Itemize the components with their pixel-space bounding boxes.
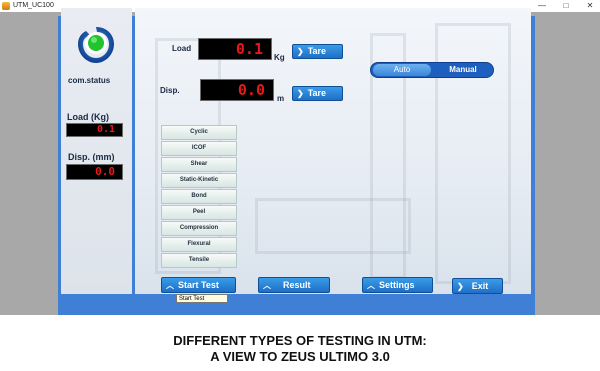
caption-line-2: A VIEW TO ZEUS ULTIMO 3.0 — [210, 349, 390, 364]
chevron-up-icon: ︿ — [166, 281, 174, 290]
app-icon — [2, 2, 10, 10]
result-label: Result — [283, 280, 311, 290]
load-readout-display: 0.1 — [66, 123, 123, 137]
test-item-peel[interactable]: Peel — [161, 205, 237, 220]
start-test-label: Start Test — [178, 280, 219, 290]
tare-label: Tare — [307, 46, 327, 56]
test-item-compression[interactable]: Compression — [161, 221, 237, 236]
start-test-tooltip: Start Test — [176, 294, 228, 303]
com-status-label: com.status — [68, 76, 111, 85]
status-indicator-icon — [78, 27, 114, 63]
load-label: Load — [172, 44, 192, 53]
test-item-icof[interactable]: ICOF — [161, 141, 237, 156]
chevron-right-icon: ❯ — [297, 47, 304, 56]
disp-display: 0.0 — [200, 79, 274, 101]
mode-toggle[interactable]: Auto Manual — [370, 62, 494, 78]
background-desk — [255, 198, 411, 254]
load-unit: Kg — [274, 53, 285, 62]
exit-label: Exit — [471, 281, 489, 291]
disp-readout-label: Disp. (mm) — [68, 152, 115, 162]
settings-button[interactable]: ︿ Settings — [362, 277, 433, 293]
disp-unit: m — [277, 94, 285, 103]
caption-line-1: DIFFERENT TYPES OF TESTING IN UTM: — [173, 333, 427, 348]
test-item-shear[interactable]: Shear — [161, 157, 237, 172]
chevron-right-icon: ❯ — [457, 282, 464, 291]
tare-load-button[interactable]: ❯ Tare — [292, 44, 343, 59]
disp-readout-display: 0.0 — [66, 164, 123, 180]
maximize-button[interactable]: □ — [558, 0, 574, 12]
chevron-up-icon: ︿ — [367, 281, 375, 290]
test-item-tensile[interactable]: Tensile — [161, 253, 237, 268]
load-display: 0.1 — [198, 38, 272, 60]
mode-manual-option[interactable]: Manual — [435, 64, 491, 76]
close-button[interactable]: ✕ — [582, 0, 598, 12]
result-button[interactable]: ︿ Result — [258, 277, 330, 293]
start-test-button[interactable]: ︿ Start Test — [161, 277, 236, 293]
window-title: UTM_UC100 — [13, 2, 54, 9]
test-type-list: Cyclic ICOF Shear Static-Kinetic Bond Pe… — [161, 125, 237, 269]
test-item-bond[interactable]: Bond — [161, 189, 237, 204]
chevron-up-icon: ︿ — [263, 281, 271, 290]
minimize-button[interactable]: — — [534, 0, 550, 12]
disp-label: Disp. — [160, 86, 180, 95]
mode-auto-option[interactable]: Auto — [373, 64, 431, 76]
test-item-flexural[interactable]: Flexural — [161, 237, 237, 252]
test-item-cyclic[interactable]: Cyclic — [161, 125, 237, 140]
settings-label: Settings — [379, 280, 415, 290]
chevron-right-icon: ❯ — [297, 89, 304, 98]
tare-disp-button[interactable]: ❯ Tare — [292, 86, 343, 101]
exit-button[interactable]: ❯ Exit — [452, 278, 503, 294]
load-readout-label: Load (Kg) — [67, 112, 109, 122]
tare-label: Tare — [307, 88, 327, 98]
test-item-static-kinetic[interactable]: Static-Kinetic — [161, 173, 237, 188]
